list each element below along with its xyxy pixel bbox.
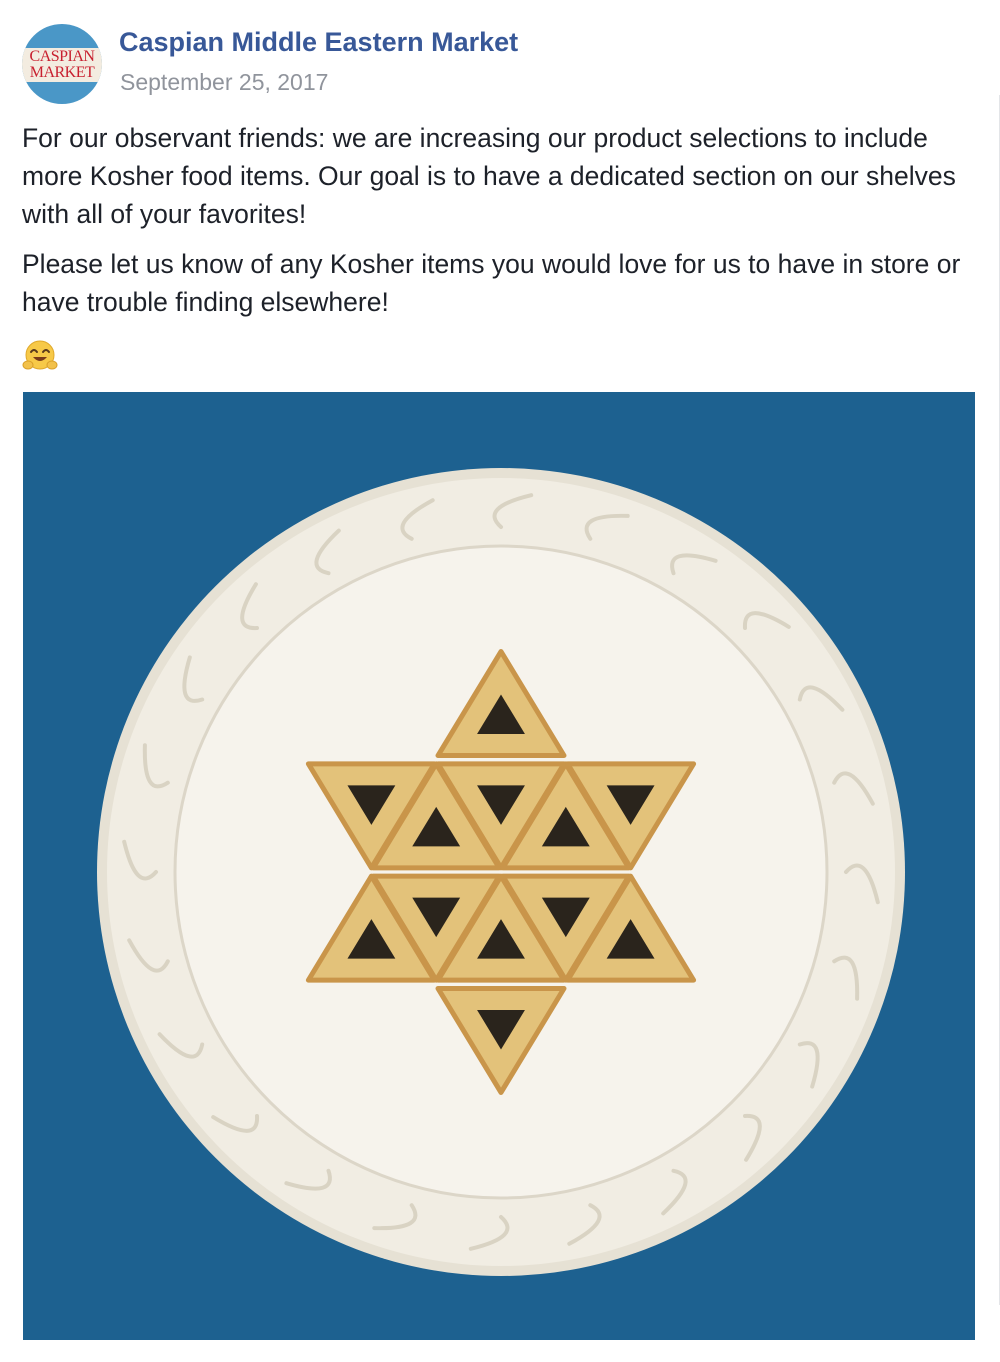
hugging-face-emoji-icon — [22, 338, 58, 374]
post-paragraph-1: For our observant friends: we are increa… — [22, 123, 956, 229]
page-avatar[interactable]: CASPIAN MARKET — [22, 24, 102, 104]
avatar-logo-line2: MARKET — [29, 64, 95, 81]
avatar-logo-line1: CASPIAN — [29, 48, 95, 65]
post-timestamp[interactable]: September 25, 2017 — [120, 69, 328, 96]
page-name-link[interactable]: Caspian Middle Eastern Market — [119, 27, 518, 58]
post-photo[interactable] — [23, 392, 975, 1340]
post-text: For our observant friends: we are increa… — [22, 119, 982, 333]
post-paragraph-2: Please let us know of any Kosher items y… — [22, 249, 961, 317]
hamantaschen-plate-image — [23, 392, 975, 1340]
